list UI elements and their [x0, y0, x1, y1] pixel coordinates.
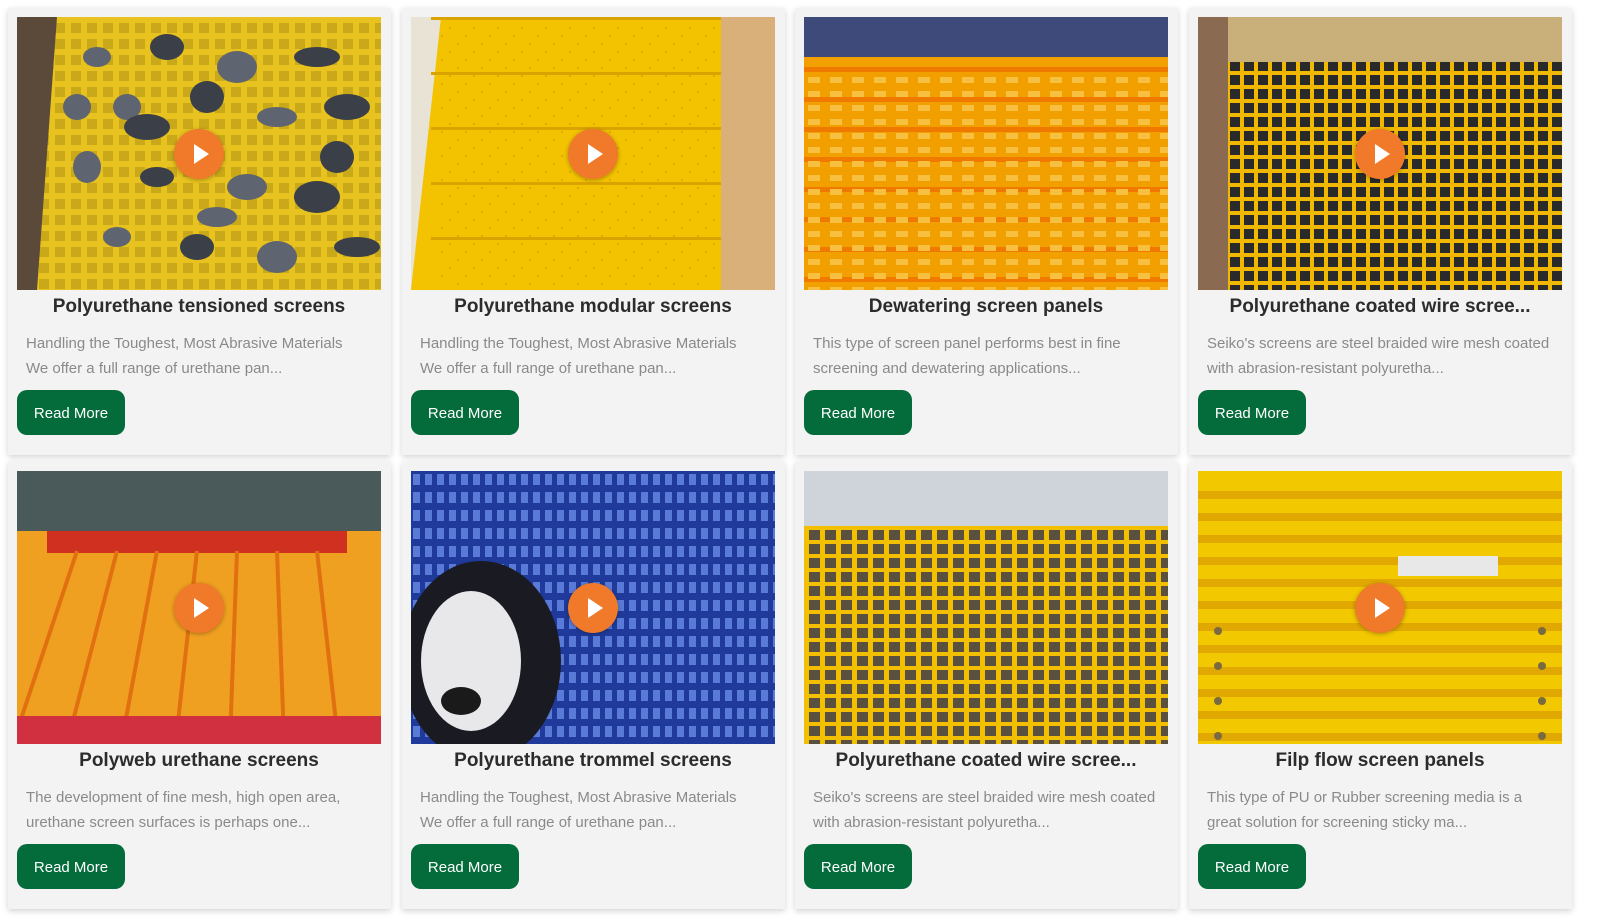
read-more-button[interactable]: Read More: [411, 390, 519, 435]
product-image[interactable]: [411, 471, 775, 744]
play-icon[interactable]: [174, 128, 224, 179]
read-more-button[interactable]: Read More: [804, 844, 912, 889]
product-card: Polyurethane tensioned screens Handling t…: [8, 8, 391, 455]
product-card: Filp flow screen panels This type of PU o…: [1189, 462, 1572, 909]
product-title[interactable]: Polyurethane tensioned screens: [17, 296, 381, 318]
description-line: Handling the Toughest, Most Abrasive Mat…: [420, 335, 737, 352]
description-line: We offer a full range of urethane pan...: [420, 360, 677, 377]
product-image[interactable]: [1198, 471, 1562, 744]
play-icon[interactable]: [1355, 582, 1405, 633]
product-image[interactable]: [411, 17, 775, 290]
description-line: We offer a full range of urethane pan...: [420, 814, 677, 831]
play-icon[interactable]: [1355, 128, 1405, 179]
product-description: The development of fine mesh, high open …: [26, 785, 378, 835]
product-card: Dewatering screen panels This type of scr…: [795, 8, 1178, 455]
product-description: This type of screen panel performs best …: [813, 331, 1165, 381]
product-title[interactable]: Polyurethane modular screens: [411, 296, 775, 318]
product-description: This type of PU or Rubber screening medi…: [1207, 785, 1559, 835]
product-image[interactable]: [804, 471, 1168, 744]
product-title[interactable]: Polyurethane coated wire scree...: [1198, 296, 1562, 318]
description-line: great solution for screening sticky ma..…: [1207, 814, 1468, 831]
product-image[interactable]: [1198, 17, 1562, 290]
product-title[interactable]: Polyweb urethane screens: [17, 750, 381, 772]
product-title[interactable]: Polyurethane coated wire scree...: [804, 750, 1168, 772]
product-image[interactable]: [804, 17, 1168, 290]
product-card: Polyurethane coated wire scree... Seiko's…: [795, 462, 1178, 909]
read-more-button[interactable]: Read More: [1198, 390, 1306, 435]
play-icon[interactable]: [568, 582, 618, 633]
product-title[interactable]: Polyurethane trommel screens: [411, 750, 775, 772]
product-card: Polyweb urethane screens The development …: [8, 462, 391, 909]
product-description: Seiko's screens are steel braided wire m…: [1207, 331, 1559, 381]
product-title[interactable]: Dewatering screen panels: [804, 296, 1168, 318]
product-title[interactable]: Filp flow screen panels: [1198, 750, 1562, 772]
read-more-button[interactable]: Read More: [17, 844, 125, 889]
description-line: This type of PU or Rubber screening medi…: [1207, 789, 1523, 806]
product-description: Handling the Toughest, Most Abrasive Mat…: [420, 785, 772, 835]
product-card: Polyurethane modular screens Handling the…: [402, 8, 785, 455]
product-description: Handling the Toughest, Most Abrasive Mat…: [420, 331, 772, 381]
description-line: This type of screen panel performs best …: [813, 335, 1121, 352]
description-line: with abrasion-resistant polyuretha...: [813, 814, 1050, 831]
product-description: Seiko's screens are steel braided wire m…: [813, 785, 1165, 835]
description-line: screening and dewatering applications...: [813, 360, 1081, 377]
description-line: Handling the Toughest, Most Abrasive Mat…: [420, 789, 737, 806]
description-line: Seiko's screens are steel braided wire m…: [1207, 335, 1550, 352]
read-more-button[interactable]: Read More: [17, 390, 125, 435]
read-more-button[interactable]: Read More: [411, 844, 519, 889]
description-line: Handling the Toughest, Most Abrasive Mat…: [26, 335, 343, 352]
description-line: Seiko's screens are steel braided wire m…: [813, 789, 1156, 806]
description-line: The development of fine mesh, high open …: [26, 789, 341, 806]
product-image[interactable]: [17, 471, 381, 744]
product-card: Polyurethane trommel screens Handling the…: [402, 462, 785, 909]
product-image[interactable]: [17, 17, 381, 290]
read-more-button[interactable]: Read More: [804, 390, 912, 435]
read-more-button[interactable]: Read More: [1198, 844, 1306, 889]
product-card: Polyurethane coated wire scree... Seiko's…: [1189, 8, 1572, 455]
play-icon[interactable]: [174, 582, 224, 633]
description-line: with abrasion-resistant polyuretha...: [1207, 360, 1444, 377]
product-description: Handling the Toughest, Most Abrasive Mat…: [26, 331, 378, 381]
description-line: urethane screen surfaces is perhaps one.…: [26, 814, 311, 831]
play-icon[interactable]: [568, 128, 618, 179]
product-grid: Polyurethane tensioned screens Handling t…: [0, 0, 1610, 918]
description-line: We offer a full range of urethane pan...: [26, 360, 283, 377]
